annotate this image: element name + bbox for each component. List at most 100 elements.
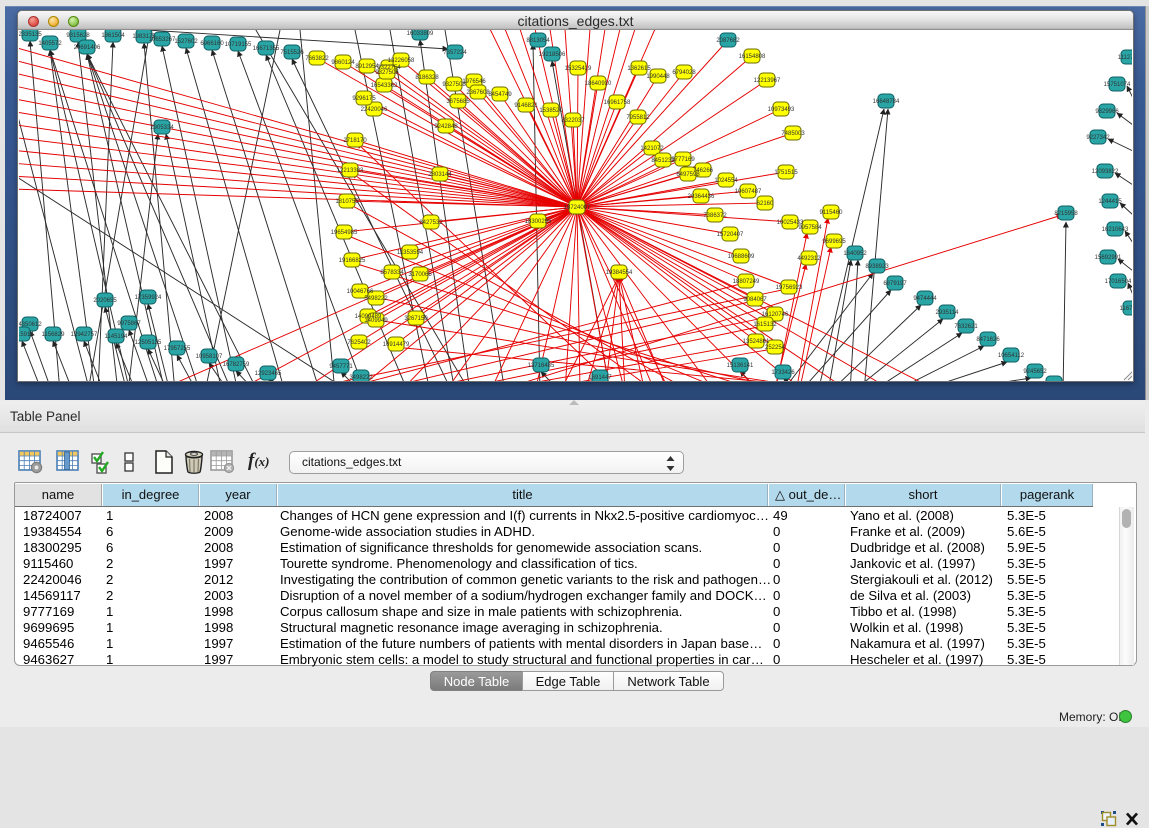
svg-text:2335135: 2335135 [19, 32, 42, 38]
svg-text:10607487: 10607487 [735, 189, 762, 195]
svg-text:7625402: 7625402 [347, 340, 371, 346]
svg-text:7632621: 7632621 [954, 324, 978, 330]
svg-text:12923465: 12923465 [255, 371, 282, 377]
svg-text:9084067: 9084067 [743, 297, 767, 303]
svg-text:6966160: 6966160 [200, 41, 224, 47]
svg-text:3675685: 3675685 [446, 99, 470, 105]
svg-text:9860124: 9860124 [331, 60, 355, 66]
svg-text:16120746: 16120746 [762, 312, 789, 318]
svg-text:7663822: 7663822 [305, 56, 329, 62]
svg-text:19756923: 19756923 [776, 285, 803, 291]
svg-text:1527602: 1527602 [174, 39, 198, 45]
svg-text:9315628: 9315628 [66, 33, 90, 39]
svg-text:9146821: 9146821 [514, 103, 538, 109]
svg-text:19654985: 19654985 [331, 230, 358, 236]
svg-text:8938923: 8938923 [865, 264, 889, 270]
svg-text:15325419: 15325419 [565, 66, 592, 72]
svg-text:9296175: 9296175 [352, 96, 376, 102]
svg-text:1024554: 1024554 [714, 178, 738, 184]
svg-text:1156829: 1156829 [42, 332, 66, 338]
svg-text:12093822: 12093822 [1092, 169, 1119, 175]
svg-text:15692991: 15692991 [1095, 255, 1122, 261]
svg-text:8215958: 8215958 [1054, 211, 1078, 217]
svg-text:16210643: 16210643 [1102, 227, 1129, 233]
svg-text:6794028: 6794028 [672, 70, 696, 76]
svg-text:62160: 62160 [757, 201, 774, 207]
svg-text:7386372: 7386372 [703, 213, 727, 219]
svg-text:15751074: 15751074 [1104, 82, 1131, 88]
svg-text:8813054: 8813054 [526, 38, 550, 44]
svg-text:18724007: 18724007 [564, 205, 591, 211]
svg-text:3915914: 3915914 [19, 332, 34, 338]
svg-text:17359924: 17359924 [135, 295, 162, 301]
svg-text:16782759: 16782759 [223, 362, 250, 368]
svg-text:7357224: 7357224 [443, 50, 467, 56]
svg-text:3170066: 3170066 [408, 272, 432, 278]
svg-text:9227342: 9227342 [1086, 135, 1110, 141]
svg-text:9474444: 9474444 [913, 296, 937, 302]
svg-text:1733426: 1733426 [771, 370, 795, 376]
svg-text:7955812: 7955812 [626, 115, 650, 121]
svg-text:2905334: 2905334 [150, 125, 174, 131]
svg-text:22420046: 22420046 [361, 107, 388, 113]
svg-text:1990448: 1990448 [646, 74, 670, 80]
svg-text:8471626: 8471626 [976, 337, 1000, 343]
svg-text:13716485: 13716485 [528, 363, 555, 369]
svg-text:1615132: 1615132 [753, 322, 777, 328]
svg-text:1751515: 1751515 [774, 170, 798, 176]
svg-text:10688609: 10688609 [728, 254, 755, 260]
svg-text:15720407: 15720407 [717, 232, 744, 238]
svg-text:16648784: 16648784 [873, 99, 900, 105]
svg-text:7485003: 7485003 [781, 131, 805, 137]
svg-text:1538520: 1538520 [539, 108, 563, 114]
svg-text:1810755: 1810755 [335, 199, 359, 205]
svg-text:1244415: 1244415 [1098, 199, 1122, 205]
svg-text:1421072: 1421072 [640, 146, 664, 152]
svg-text:12213383: 12213383 [337, 168, 364, 174]
svg-text:10958107: 10958107 [196, 354, 223, 360]
svg-text:10973493: 10973493 [768, 107, 795, 113]
svg-text:16033809: 16033809 [407, 31, 434, 37]
svg-text:2087682: 2087682 [716, 38, 740, 44]
svg-text:9457771: 9457771 [329, 364, 353, 370]
svg-text:12213967: 12213967 [754, 78, 781, 84]
svg-text:16961758: 16961758 [604, 100, 631, 106]
svg-text:3498222: 3498222 [349, 375, 373, 381]
svg-text:9957584: 9957584 [798, 225, 822, 231]
svg-text:1112753: 1112753 [1118, 55, 1132, 61]
svg-text:10719155: 10719155 [225, 42, 252, 48]
svg-text:8454749: 8454749 [488, 92, 512, 98]
svg-text:12942757: 12942757 [71, 332, 98, 338]
svg-text:20364436: 20364436 [688, 194, 715, 200]
svg-text:2718170: 2718170 [343, 138, 367, 144]
svg-text:6497598: 6497598 [676, 172, 700, 178]
svg-text:2367608: 2367608 [466, 90, 490, 96]
svg-text:2935114: 2935114 [936, 310, 960, 316]
svg-text:1362615: 1362615 [627, 66, 651, 72]
svg-text:2020655: 2020655 [93, 298, 117, 304]
svg-text:1640952: 1640952 [843, 251, 867, 257]
svg-text:8322037: 8322037 [561, 118, 585, 124]
svg-text:9245652: 9245652 [1023, 369, 1047, 375]
svg-text:18807249: 18807249 [733, 279, 760, 285]
svg-text:8186328: 8186328 [415, 75, 439, 81]
svg-text:4350612: 4350612 [19, 322, 42, 328]
svg-text:15136141: 15136141 [727, 363, 754, 369]
svg-text:10654112: 10654112 [998, 353, 1025, 359]
svg-text:16154808: 16154808 [739, 54, 766, 60]
svg-text:9329966: 9329966 [1095, 109, 1119, 115]
svg-text:19218506: 19218506 [539, 52, 566, 58]
svg-text:10046766: 10046766 [347, 289, 374, 295]
svg-text:9115460: 9115460 [820, 210, 844, 216]
svg-text:1405572: 1405572 [38, 41, 62, 47]
svg-text:252254: 252254 [765, 345, 786, 351]
svg-text:1861504: 1861504 [101, 33, 125, 39]
svg-text:8578334: 8578334 [380, 270, 404, 276]
svg-text:1409949: 1409949 [364, 318, 388, 324]
svg-text:19384554: 19384554 [606, 270, 633, 276]
svg-text:1976546: 1976546 [462, 79, 486, 85]
svg-text:7515526: 7515526 [280, 50, 304, 56]
svg-text:1691447: 1691447 [588, 375, 612, 381]
svg-text:11353594: 11353594 [397, 250, 424, 256]
svg-text:12505135: 12505135 [135, 340, 162, 346]
